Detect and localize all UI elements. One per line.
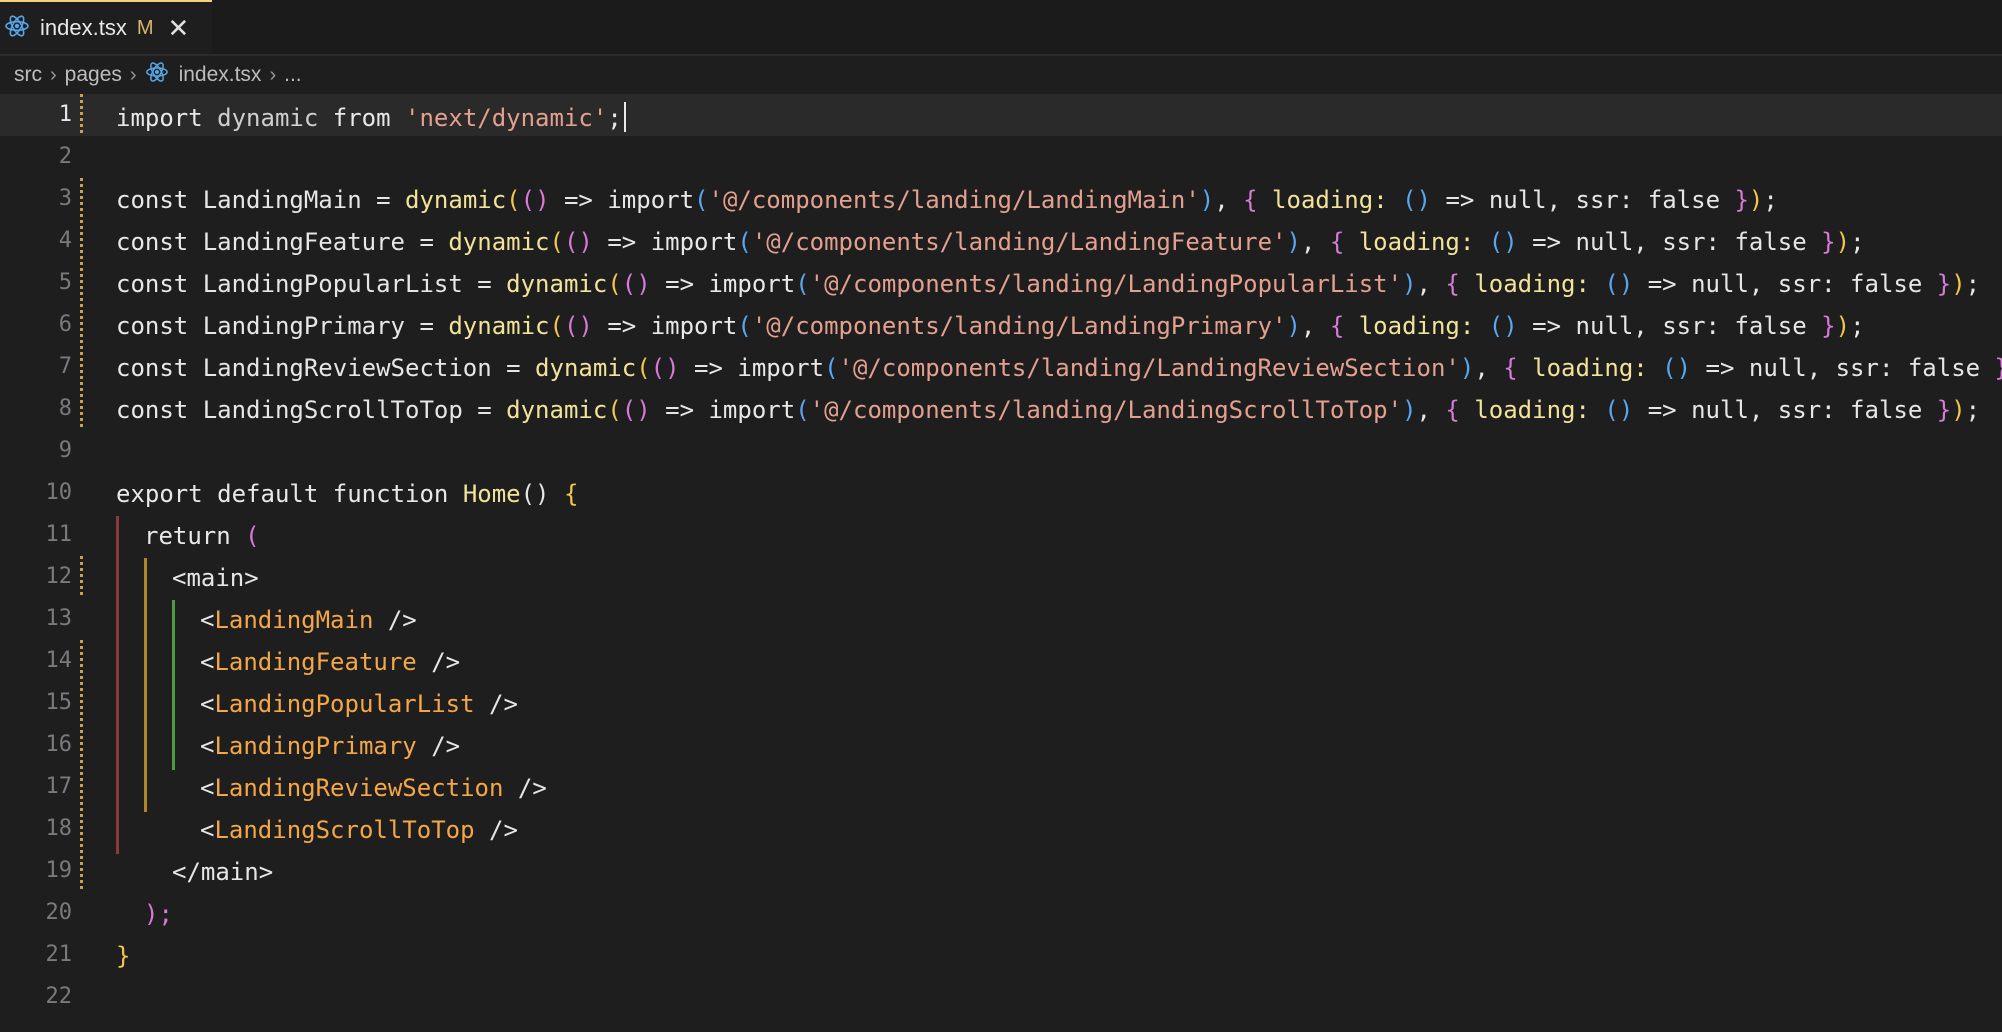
tab-bar: index.tsx M ✕ [0,0,2002,56]
line-number: 22 [45,984,73,1009]
code-text: <LandingPrimary /> [200,732,461,760]
line-number: 5 [58,270,72,295]
line-number: 15 [45,690,73,715]
code-line[interactable]: 9 [0,430,2002,472]
code-editor[interactable]: 1 import dynamic from 'next/dynamic'; 2 … [0,94,2002,1032]
code-text: const LandingScrollToTop = dynamic(() =>… [116,396,1981,424]
code-line[interactable]: 1 import dynamic from 'next/dynamic'; [0,94,2002,136]
breadcrumb-file[interactable]: index.tsx [179,63,262,87]
code-text: <LandingMain /> [200,606,417,634]
code-text: const LandingPopularList = dynamic(() =>… [116,270,1981,298]
code-text: <LandingScrollToTop /> [200,816,518,844]
chevron-right-icon: › [129,63,137,86]
code-line[interactable]: 20 ); [0,892,2002,934]
modified-gutter-mark [80,640,83,682]
line-number: 1 [58,102,72,127]
breadcrumb-symbols[interactable]: ... [284,63,302,87]
code-line[interactable]: 11 return ( [0,514,2002,556]
code-text: } [116,942,131,970]
code-text: return ( [144,522,260,550]
line-number: 14 [45,648,73,673]
code-text: export default function Home() { [116,480,579,508]
code-text: <LandingFeature /> [200,648,461,676]
line-number: 4 [58,228,72,253]
line-number: 19 [45,858,73,883]
modified-gutter-mark [80,178,83,220]
code-line[interactable]: 12 <main> [0,556,2002,598]
code-text: const LandingPrimary = dynamic(() => imp… [116,312,1865,340]
code-line[interactable]: 19 </main> [0,850,2002,892]
close-icon[interactable]: ✕ [168,15,190,41]
modified-gutter-mark [80,724,83,766]
code-text: const LandingMain = dynamic(() => import… [116,186,1778,214]
code-line[interactable]: 16 <LandingPrimary /> [0,724,2002,766]
code-line[interactable]: 5 const LandingPopularList = dynamic(() … [0,262,2002,304]
line-number: 9 [58,438,72,463]
code-line[interactable]: 21 } [0,934,2002,976]
code-line[interactable]: 13 <LandingMain /> [0,598,2002,640]
code-line[interactable]: 10 export default function Home() { [0,472,2002,514]
code-line[interactable]: 3 const LandingMain = dynamic(() => impo… [0,178,2002,220]
react-icon [145,60,169,90]
line-number: 18 [45,816,73,841]
breadcrumb-src[interactable]: src [14,63,42,87]
code-line[interactable]: 8 const LandingScrollToTop = dynamic(() … [0,388,2002,430]
line-number: 2 [58,144,72,169]
tab-index-tsx[interactable]: index.tsx M ✕ [0,0,212,54]
modified-gutter-mark [80,94,83,136]
modified-gutter-mark [80,346,83,388]
modified-gutter-mark [80,262,83,304]
line-number: 21 [45,942,73,967]
line-number: 12 [45,564,73,589]
line-number: 7 [58,354,72,379]
line-number: 6 [58,312,72,337]
tab-title: index.tsx [40,15,127,40]
line-number: 13 [45,606,73,631]
modified-gutter-mark [80,766,83,808]
modified-gutter-mark [80,808,83,850]
modified-badge: M [136,16,154,39]
chevron-right-icon: › [269,63,277,86]
code-text: ); [144,900,173,928]
code-text: import dynamic from 'next/dynamic'; [116,102,626,132]
code-text: <main> [172,564,259,592]
line-number: 3 [58,186,72,211]
text-cursor [623,102,626,132]
code-line[interactable]: 14 <LandingFeature /> [0,640,2002,682]
modified-gutter-mark [80,556,83,598]
line-number: 10 [45,480,73,505]
code-text: <LandingReviewSection /> [200,774,547,802]
breadcrumb-pages[interactable]: pages [65,63,122,87]
code-line[interactable]: 4 const LandingFeature = dynamic(() => i… [0,220,2002,262]
code-line[interactable]: 7 const LandingReviewSection = dynamic((… [0,346,2002,388]
code-line[interactable]: 2 [0,136,2002,178]
code-line[interactable]: 6 const LandingPrimary = dynamic(() => i… [0,304,2002,346]
breadcrumb: src › pages › index.tsx › ... [0,56,2002,94]
react-icon [4,13,30,44]
code-line[interactable]: 22 [0,976,2002,1018]
line-number: 16 [45,732,73,757]
code-line[interactable]: 15 <LandingPopularList /> [0,682,2002,724]
code-text: <LandingPopularList /> [200,690,518,718]
line-number: 8 [58,396,72,421]
modified-gutter-mark [80,304,83,346]
modified-gutter-mark [80,850,83,892]
code-text: </main> [172,858,274,886]
code-text: const LandingReviewSection = dynamic(() … [116,354,2002,382]
code-line[interactable]: 18 <LandingScrollToTop /> [0,808,2002,850]
line-number: 11 [45,522,73,547]
modified-gutter-mark [80,682,83,724]
chevron-right-icon: › [50,63,57,86]
line-number: 17 [45,774,73,799]
modified-gutter-mark [80,220,83,262]
code-line[interactable]: 17 <LandingReviewSection /> [0,766,2002,808]
line-number: 20 [45,900,73,925]
modified-gutter-mark [80,388,83,430]
code-text: const LandingFeature = dynamic(() => imp… [116,228,1865,256]
